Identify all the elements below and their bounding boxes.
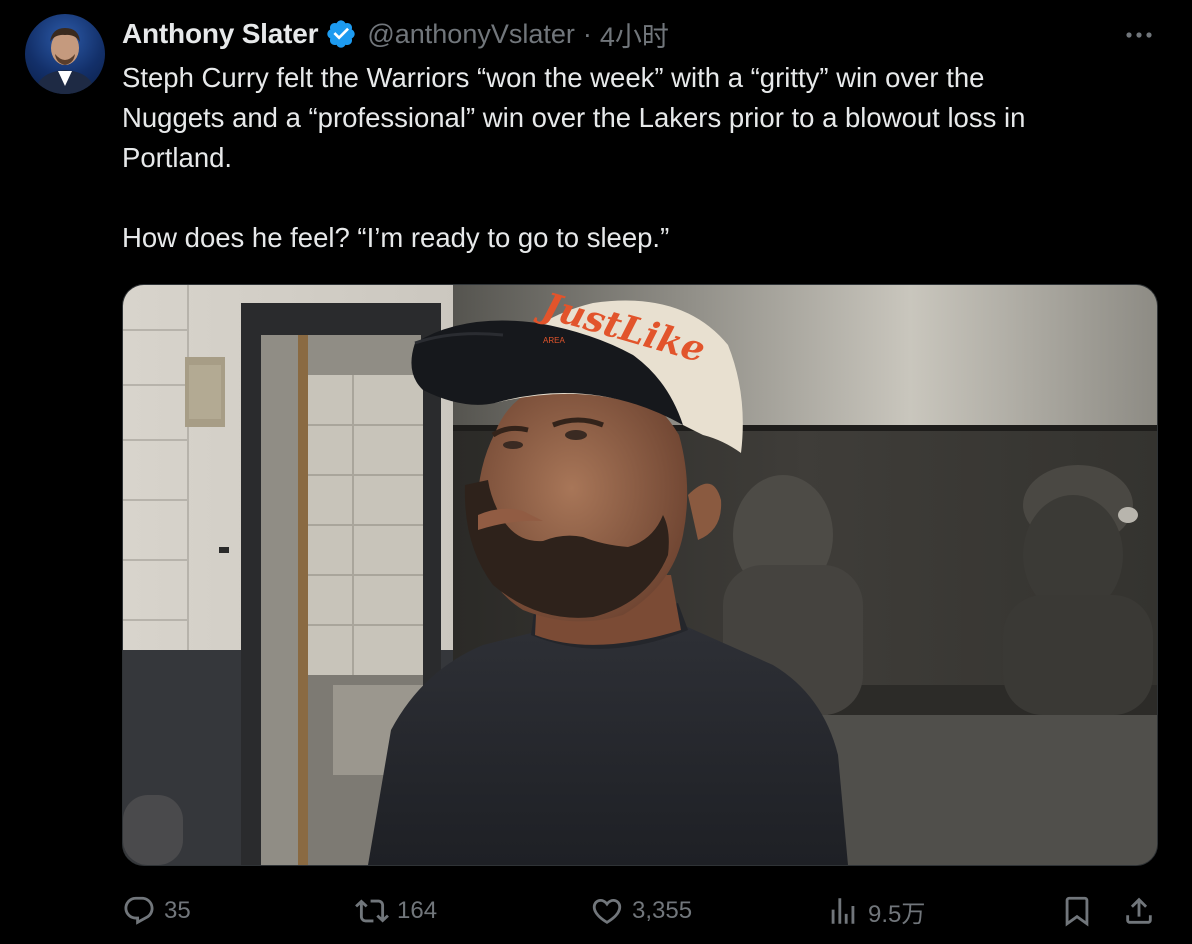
more-icon[interactable]: [1122, 18, 1156, 52]
like-icon: [592, 898, 622, 924]
tweet-line: Portland.: [122, 142, 233, 173]
tweet-line: Nuggets and a “professional” win over th…: [122, 102, 1026, 133]
verified-badge-icon[interactable]: [325, 18, 357, 50]
tweet-actions: 35 164 3,355 9.5万: [0, 886, 1192, 936]
author-avatar[interactable]: [25, 14, 105, 94]
tweet-line: How does he feel? “I’m ready to go to sl…: [122, 222, 670, 253]
tweet-header: Anthony Slater @anthonyVslater · 4小时: [122, 14, 669, 54]
tweet-line: Steph Curry felt the Warriors “won the w…: [122, 62, 985, 93]
author-name[interactable]: Anthony Slater: [122, 18, 319, 50]
share-icon: [1126, 897, 1152, 924]
reply-count: 35: [164, 897, 191, 924]
avatar-photo: [35, 28, 95, 94]
views-button[interactable]: 9.5万: [826, 886, 925, 936]
repost-icon: [355, 899, 389, 923]
reply-button[interactable]: 35: [122, 886, 191, 936]
like-count: 3,355: [632, 897, 693, 924]
views-icon: [831, 898, 855, 924]
share-button[interactable]: [1122, 886, 1156, 936]
reply-icon: [124, 896, 154, 925]
author-handle[interactable]: @anthonyVslater: [367, 19, 575, 50]
video-frame: JustLike AREA: [123, 285, 1157, 865]
separator-dot: ·: [582, 18, 592, 49]
cap-logo-subtext: AREA: [543, 336, 565, 345]
view-count: 9.5万: [868, 900, 926, 928]
bookmark-icon: [1065, 896, 1089, 927]
bookmark-button[interactable]: [1060, 886, 1094, 936]
tweet-text: Steph Curry felt the Warriors “won the w…: [122, 58, 1162, 258]
tweet-timestamp[interactable]: 4小时: [600, 15, 669, 54]
repost-button[interactable]: 164: [355, 886, 437, 936]
like-button[interactable]: 3,355: [590, 886, 692, 936]
repost-count: 164: [397, 897, 438, 924]
tweet-media-video[interactable]: JustLike AREA: [122, 284, 1158, 866]
